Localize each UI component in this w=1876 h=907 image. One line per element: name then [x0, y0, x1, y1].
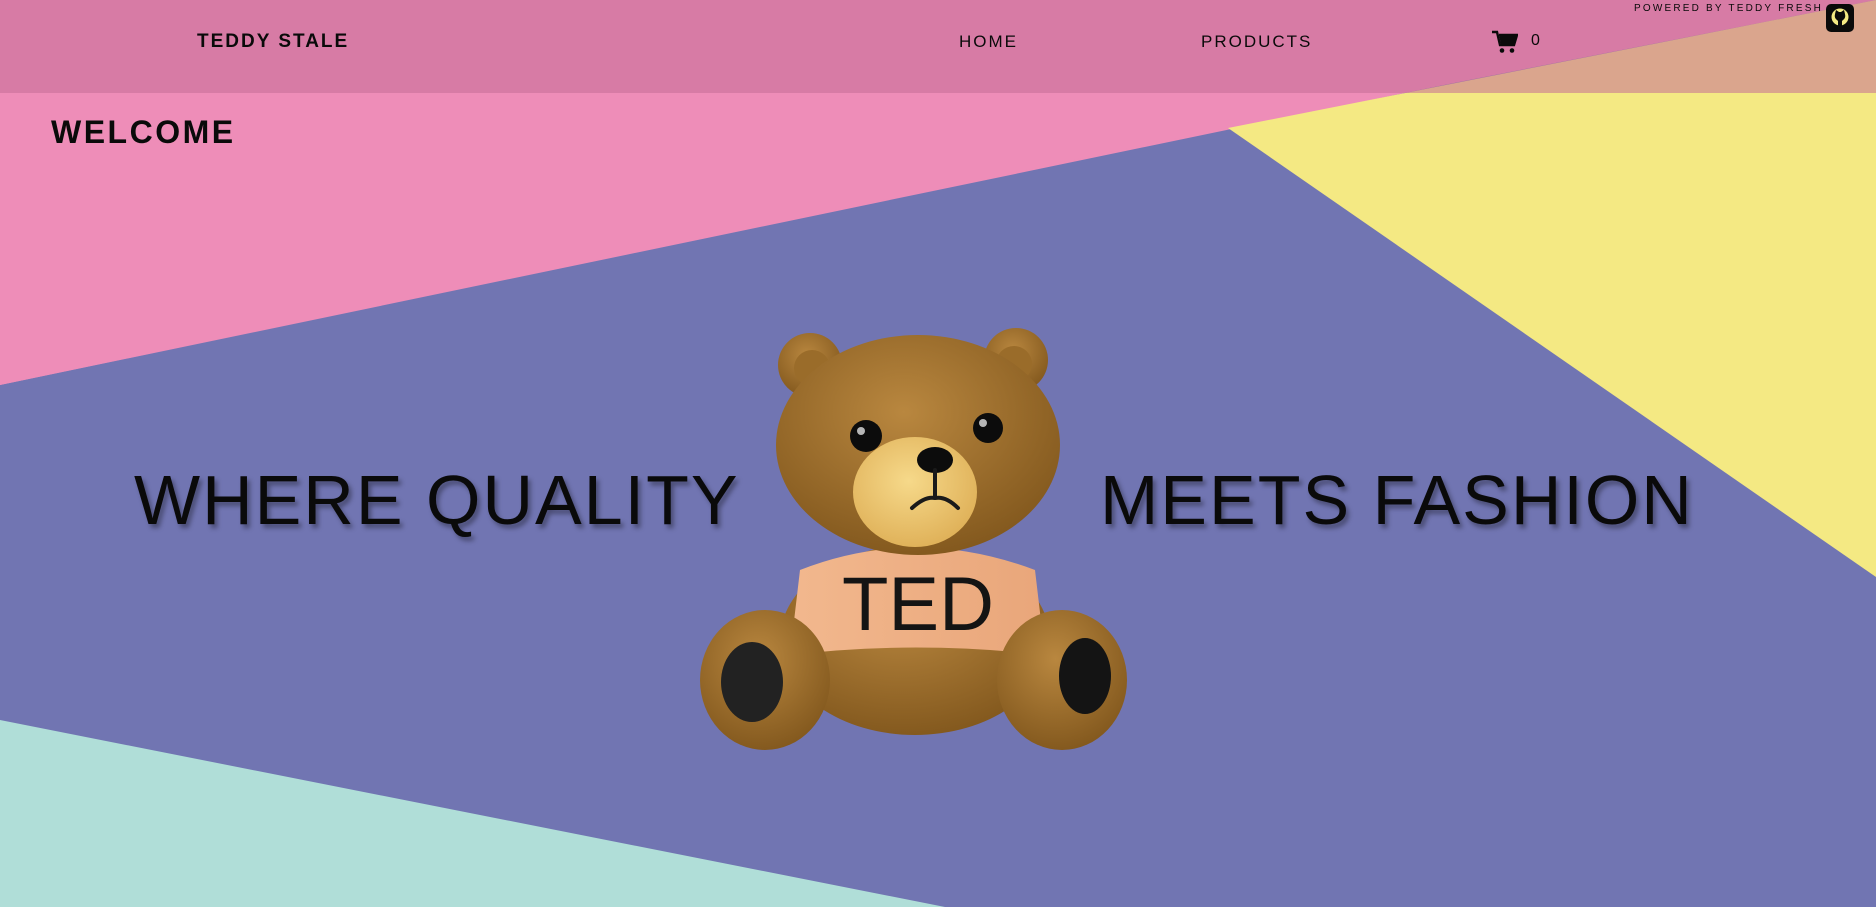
- tagline-right: MEETS FASHION: [1100, 461, 1694, 539]
- github-icon[interactable]: [1826, 4, 1854, 32]
- welcome-heading: WELCOME: [51, 114, 236, 150]
- mascot-shirt-text: TED: [842, 562, 994, 647]
- nav-link-home[interactable]: HOME: [959, 32, 1018, 52]
- tagline-left: WHERE QUALITY: [134, 461, 740, 539]
- cart-icon[interactable]: [1492, 30, 1518, 54]
- cart-count-badge: 0: [1531, 32, 1540, 49]
- nav-link-products[interactable]: PRODUCTS: [1201, 32, 1312, 52]
- powered-by-text: POWERED BY TEDDY FRESH: [1634, 3, 1823, 14]
- brand-logo-text[interactable]: TEDDY STALE: [197, 31, 349, 53]
- teddy-bear-mascot-image: TED: [700, 328, 1127, 750]
- page: TEDDY STALE HOME PRODUCTS 0 POWERED BY T…: [0, 0, 1876, 907]
